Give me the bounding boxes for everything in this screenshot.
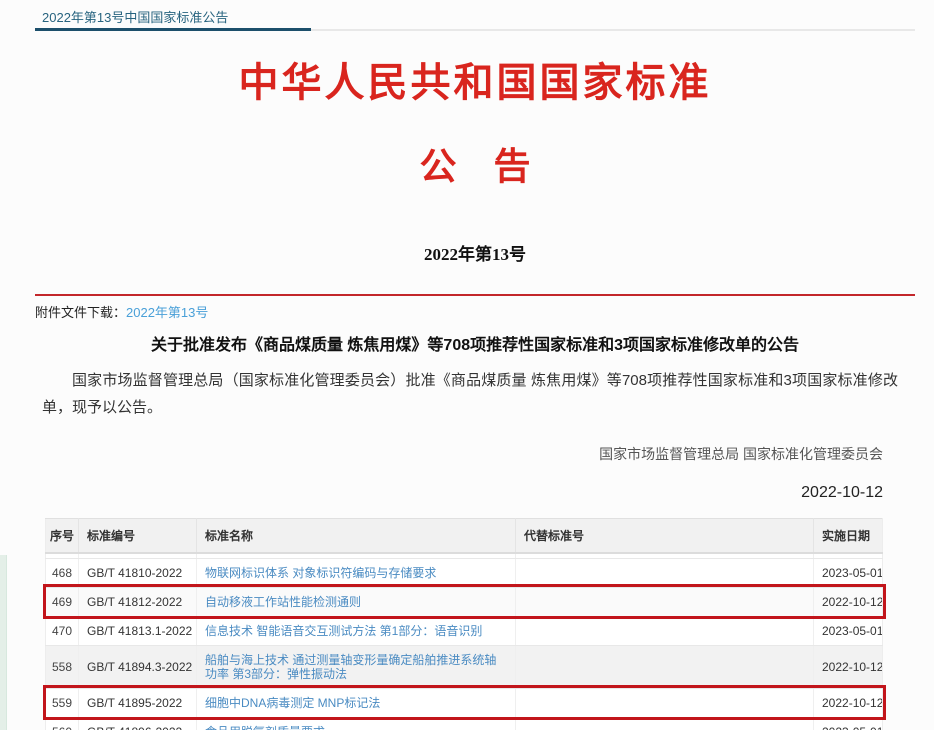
- cell-seq: 470: [46, 616, 79, 645]
- header-code: 标准编号: [79, 519, 197, 554]
- header-seq: 序号: [46, 519, 79, 554]
- cell-code: GB/T 41813.1-2022: [79, 616, 197, 645]
- table-row: 470 GB/T 41813.1-2022 信息技术 智能语音交互测试方法 第1…: [46, 616, 883, 645]
- cell-name: 自动移液工作站性能检测通则: [197, 587, 516, 616]
- page: 2022年第13号中国国家标准公告 中华人民共和国国家标准 公 告 2022年第…: [0, 0, 934, 730]
- table-row: 559 GB/T 41895-2022 细胞中DNA病毒测定 MNP标记法 20…: [46, 688, 883, 717]
- cell-name: 船舶与海上技术 通过测量轴变形量确定船舶推进系统轴功率 第3部分：弹性振动法: [197, 645, 516, 688]
- cell-seq: 469: [46, 587, 79, 616]
- table-row: 560 GB/T 41896-2022 食品用脱氧剂质量要求 2023-05-0…: [46, 717, 883, 730]
- table-header-row: 序号 标准编号 标准名称 代替标准号 实施日期: [46, 519, 883, 554]
- left-edge-strip: [0, 555, 7, 730]
- issue-number: 2022年第13号: [35, 240, 915, 265]
- table-row: 558 GB/T 41894.3-2022 船舶与海上技术 通过测量轴变形量确定…: [46, 645, 883, 688]
- cell-seq: 558: [46, 645, 79, 688]
- standard-name-link[interactable]: 物联网标识体系 对象标识符编码与存储要求: [205, 566, 436, 580]
- active-tab-indicator: [35, 28, 311, 31]
- issuing-authority: 国家市场监督管理总局 国家标准化管理委员会: [599, 444, 883, 464]
- cell-replaces: [516, 688, 814, 717]
- cell-date: 2023-05-01: [814, 558, 883, 587]
- cell-replaces: [516, 717, 814, 730]
- cell-code: GB/T 41896-2022: [79, 717, 197, 730]
- cell-date: 2022-10-12: [814, 645, 883, 688]
- cell-date: 2022-10-12: [814, 688, 883, 717]
- header-replaces: 代替标准号: [516, 519, 814, 554]
- tab-bar-divider: [311, 29, 915, 31]
- cell-code: GB/T 41894.3-2022: [79, 645, 197, 688]
- header-name: 标准名称: [197, 519, 516, 554]
- standard-name-link[interactable]: 船舶与海上技术 通过测量轴变形量确定船舶推进系统轴功率 第3部分：弹性振动法: [205, 653, 496, 681]
- document-title: 中华人民共和国国家标准: [35, 50, 915, 108]
- cell-replaces: [516, 645, 814, 688]
- attachment-download-row: 附件文件下载：2022年第13号: [35, 302, 208, 321]
- cell-name: 信息技术 智能语音交互测试方法 第1部分：语音识别: [197, 616, 516, 645]
- table-row: 468 GB/T 41810-2022 物联网标识体系 对象标识符编码与存储要求…: [46, 558, 883, 587]
- attachment-link[interactable]: 2022年第13号: [126, 305, 208, 320]
- cell-name: 物联网标识体系 对象标识符编码与存储要求: [197, 558, 516, 587]
- standard-name-link[interactable]: 自动移液工作站性能检测通则: [205, 595, 361, 609]
- standard-name-link[interactable]: 信息技术 智能语音交互测试方法 第1部分：语音识别: [205, 624, 482, 638]
- cell-replaces: [516, 616, 814, 645]
- cell-replaces: [516, 558, 814, 587]
- cell-seq: 560: [46, 717, 79, 730]
- cell-seq: 559: [46, 688, 79, 717]
- cell-code: GB/T 41810-2022: [79, 558, 197, 587]
- cell-code: GB/T 41812-2022: [79, 587, 197, 616]
- cell-code: GB/T 41895-2022: [79, 688, 197, 717]
- cell-replaces: [516, 587, 814, 616]
- cell-name: 食品用脱氧剂质量要求: [197, 717, 516, 730]
- cell-date: 2023-05-01: [814, 717, 883, 730]
- cell-name: 细胞中DNA病毒测定 MNP标记法: [197, 688, 516, 717]
- standard-name-link[interactable]: 食品用脱氧剂质量要求: [205, 725, 325, 730]
- attachment-label: 附件文件下载：: [35, 305, 126, 320]
- cell-date: 2023-05-01: [814, 616, 883, 645]
- table-row: 469 GB/T 41812-2022 自动移液工作站性能检测通则 2022-1…: [46, 587, 883, 616]
- tab-announcement[interactable]: 2022年第13号中国国家标准公告: [42, 7, 228, 26]
- cell-seq: 468: [46, 558, 79, 587]
- announcement-title: 关于批准发布《商品煤质量 炼焦用煤》等708项推荐性国家标准和3项国家标准修改单…: [35, 331, 915, 355]
- announcement-body: 国家市场监督管理总局（国家标准化管理委员会）批准《商品煤质量 炼焦用煤》等708…: [42, 367, 898, 421]
- standard-name-link[interactable]: 细胞中DNA病毒测定 MNP标记法: [205, 696, 380, 710]
- standards-table: 序号 标准编号 标准名称 代替标准号 实施日期 468 GB/T 41810-2…: [45, 518, 883, 730]
- publication-date: 2022-10-12: [801, 484, 883, 502]
- red-divider-line: [35, 294, 915, 296]
- cell-date: 2022-10-12: [814, 587, 883, 616]
- document-subtitle: 公 告: [35, 136, 915, 190]
- header-date: 实施日期: [814, 519, 883, 554]
